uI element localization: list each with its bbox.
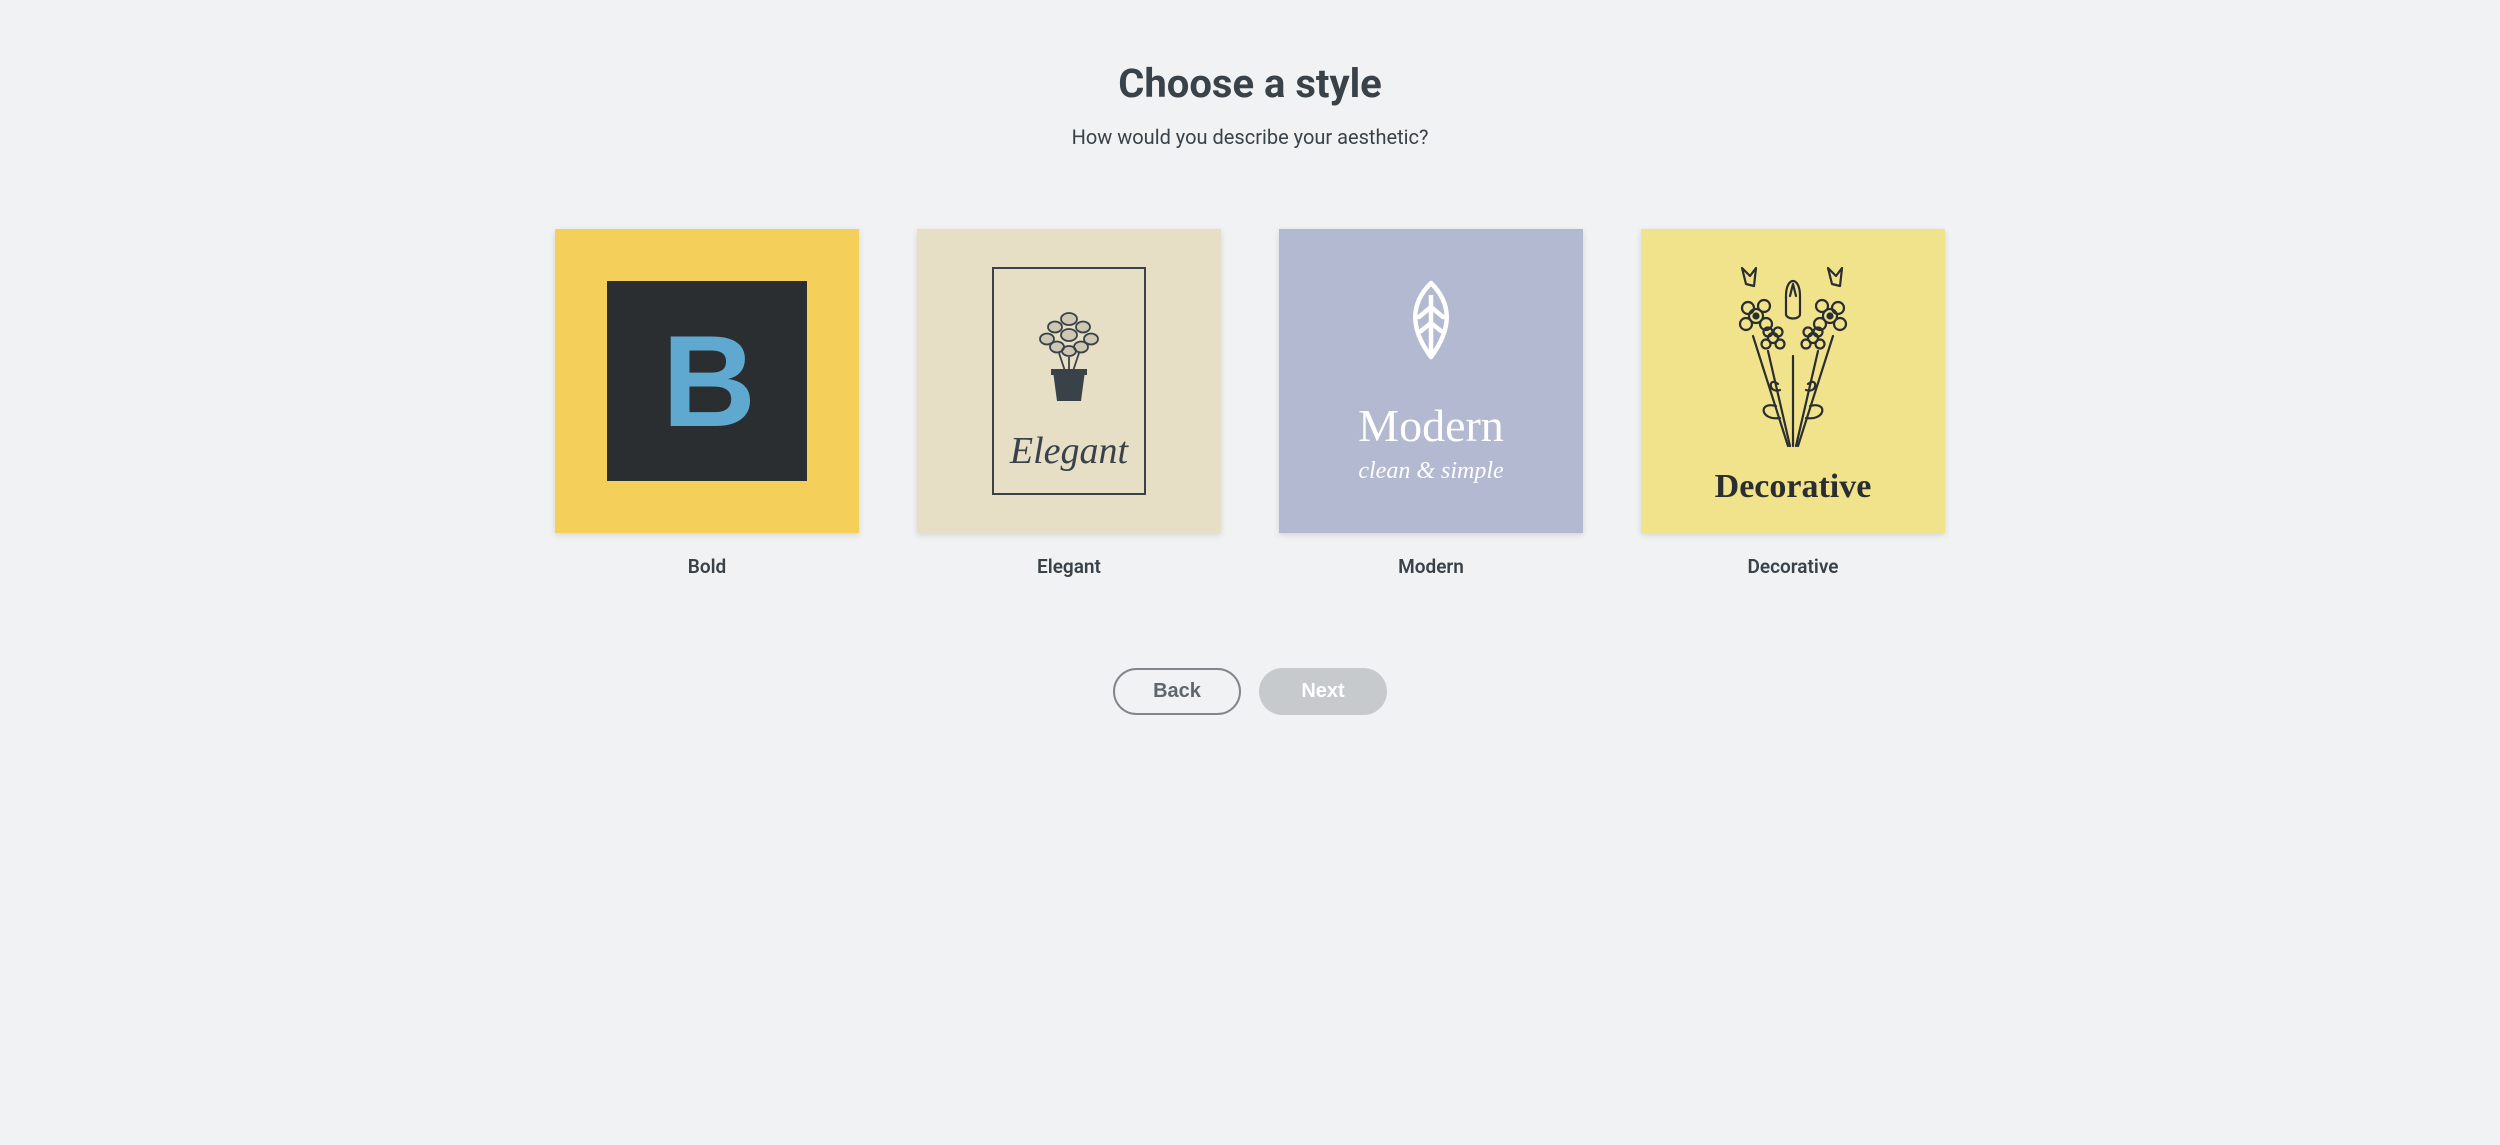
leaf-icon (1399, 277, 1463, 379)
back-button[interactable]: Back (1113, 668, 1241, 715)
style-label-modern: Modern (1398, 555, 1464, 578)
style-card-modern[interactable]: Modern clean & simple Modern (1279, 229, 1583, 578)
elegant-frame: Elegant (992, 267, 1146, 495)
style-card-bold-tile: B (555, 229, 859, 533)
style-card-decorative[interactable]: Decorative Decorative (1641, 229, 1945, 578)
style-card-modern-tile: Modern clean & simple (1279, 229, 1583, 533)
style-cards-row: B Bold (555, 229, 1945, 578)
potted-plant-icon (1023, 289, 1115, 411)
style-label-elegant: Elegant (1037, 555, 1101, 578)
modern-card-title: Modern (1358, 399, 1504, 452)
next-button[interactable]: Next (1259, 668, 1387, 715)
elegant-script-text: Elegant (1010, 429, 1128, 473)
flower-bouquet-icon (1718, 256, 1868, 460)
page-subtitle: How would you describe your aesthetic? (1072, 125, 1429, 149)
style-label-bold: Bold (688, 555, 726, 578)
decorative-card-title: Decorative (1715, 468, 1872, 506)
modern-card-subtitle: clean & simple (1358, 458, 1503, 485)
style-card-elegant[interactable]: Elegant Elegant (917, 229, 1221, 578)
style-card-decorative-tile: Decorative (1641, 229, 1945, 533)
bold-inner-square: B (607, 281, 807, 481)
style-label-decorative: Decorative (1748, 555, 1839, 578)
page-title: Choose a style (1118, 60, 1382, 107)
style-card-bold[interactable]: B Bold (555, 229, 859, 578)
bold-letter-b-icon: B (662, 306, 752, 456)
wizard-buttons-row: Back Next (1113, 668, 1387, 715)
style-card-elegant-tile: Elegant (917, 229, 1221, 533)
